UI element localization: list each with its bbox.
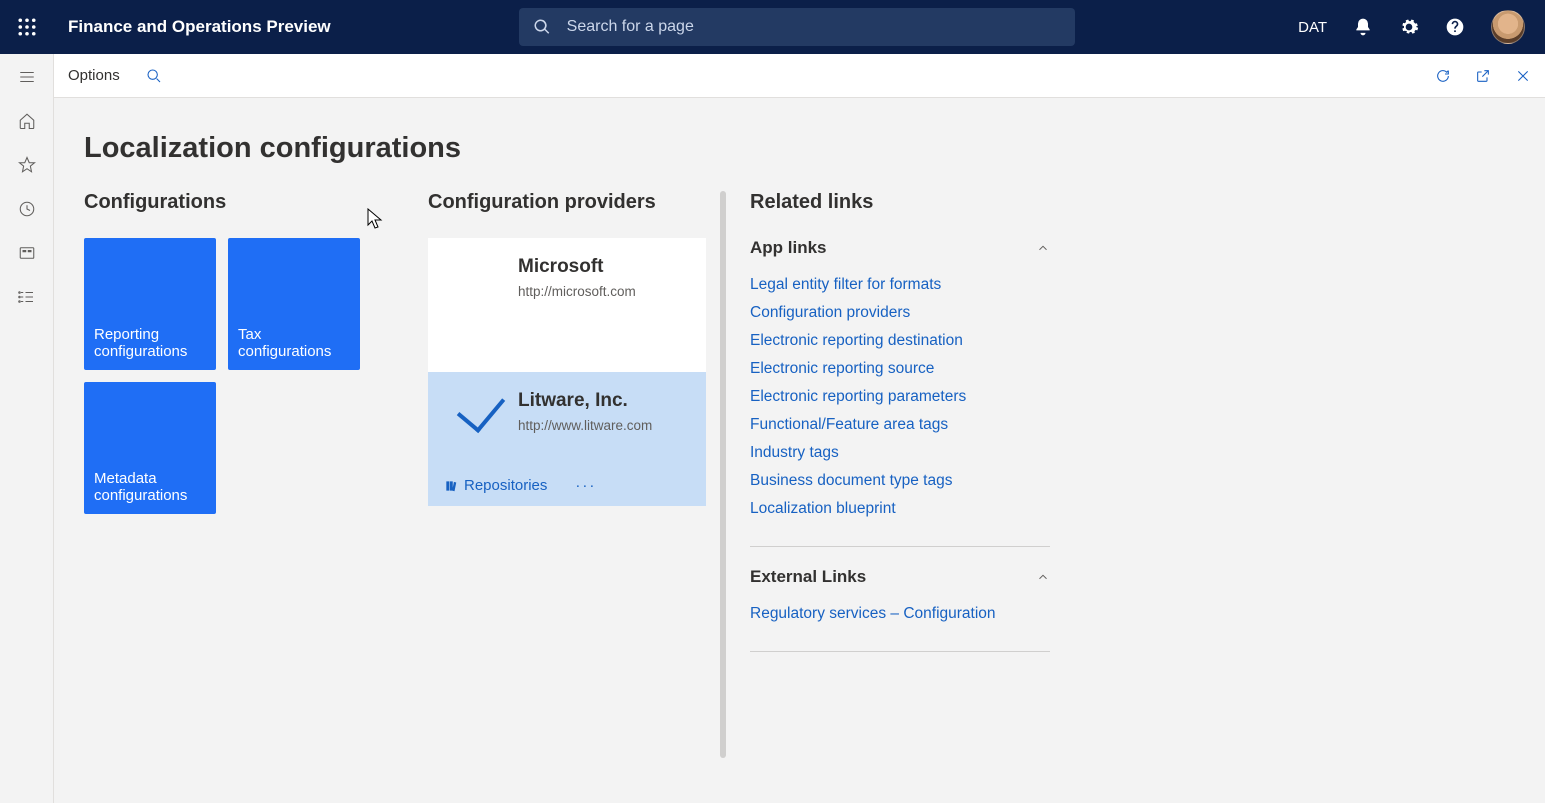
tile-label: Reporting configurations <box>94 326 206 360</box>
hamburger-icon[interactable] <box>18 68 36 86</box>
link-er-destination[interactable]: Electronic reporting destination <box>750 332 1050 350</box>
recent-icon[interactable] <box>18 200 36 218</box>
avatar[interactable] <box>1491 10 1525 44</box>
close-icon[interactable] <box>1515 68 1531 84</box>
waffle-icon <box>18 18 36 36</box>
search-input[interactable] <box>565 17 1061 37</box>
action-bar: Options <box>54 54 1545 98</box>
workspaces-icon[interactable] <box>18 244 36 262</box>
tile-label: Metadata configurations <box>94 470 206 504</box>
popout-icon[interactable] <box>1475 68 1491 84</box>
provider-name: Litware, Inc. <box>518 390 690 412</box>
link-er-parameters[interactable]: Electronic reporting parameters <box>750 388 1050 406</box>
provider-card-microsoft[interactable]: Microsoft http://microsoft.com <box>428 238 706 372</box>
link-doc-type-tags[interactable]: Business document type tags <box>750 472 1050 490</box>
repositories-label: Repositories <box>464 477 547 494</box>
tile-metadata-configurations[interactable]: Metadata configurations <box>84 382 216 514</box>
providers-heading: Configuration providers <box>428 191 706 214</box>
bell-icon[interactable] <box>1353 17 1373 37</box>
link-regulatory-services[interactable]: Regulatory services – Configuration <box>750 605 1050 623</box>
app-links-heading: App links <box>750 238 827 258</box>
star-icon[interactable] <box>18 156 36 174</box>
page-title: Localization configurations <box>84 132 1515 165</box>
chevron-up-icon[interactable] <box>1036 570 1050 584</box>
external-links-heading: External Links <box>750 567 866 587</box>
external-links-list: Regulatory services – Configuration <box>750 605 1050 623</box>
related-links-column: Related links App links Legal entity fil… <box>750 191 1050 672</box>
company-selector[interactable]: DAT <box>1298 19 1327 36</box>
provider-url: http://www.litware.com <box>518 418 690 433</box>
chevron-up-icon[interactable] <box>1036 241 1050 255</box>
help-icon[interactable] <box>1445 17 1465 37</box>
configurations-column: Configurations Reporting configurations … <box>84 191 384 514</box>
providers-column: Configuration providers Microsoft http:/… <box>428 191 706 758</box>
page-body: Localization configurations Configuratio… <box>54 98 1545 803</box>
top-right-group: DAT <box>1298 10 1545 44</box>
link-er-source[interactable]: Electronic reporting source <box>750 360 1050 378</box>
search-box[interactable] <box>519 8 1075 46</box>
related-links-heading: Related links <box>750 191 1050 214</box>
options-button[interactable]: Options <box>68 67 120 84</box>
link-feature-area-tags[interactable]: Functional/Feature area tags <box>750 416 1050 434</box>
link-configuration-providers[interactable]: Configuration providers <box>750 304 1050 322</box>
provider-url: http://microsoft.com <box>518 284 690 299</box>
app-title: Finance and Operations Preview <box>68 17 331 37</box>
link-localization-blueprint[interactable]: Localization blueprint <box>750 500 1050 518</box>
link-legal-entity-filter[interactable]: Legal entity filter for formats <box>750 276 1050 294</box>
tile-reporting-configurations[interactable]: Reporting configurations <box>84 238 216 370</box>
providers-scrollbar[interactable] <box>720 191 726 758</box>
search-icon <box>533 18 551 36</box>
modules-icon[interactable] <box>18 288 36 306</box>
repositories-icon <box>444 479 458 493</box>
tile-tax-configurations[interactable]: Tax configurations <box>228 238 360 370</box>
link-industry-tags[interactable]: Industry tags <box>750 444 1050 462</box>
app-launcher[interactable] <box>0 0 54 54</box>
top-bar: Finance and Operations Preview DAT <box>0 0 1545 54</box>
left-nav <box>0 54 54 803</box>
home-icon[interactable] <box>18 112 36 130</box>
refresh-icon[interactable] <box>1435 68 1451 84</box>
tile-label: Tax configurations <box>238 326 350 360</box>
configurations-heading: Configurations <box>84 191 384 214</box>
more-actions-button[interactable]: ··· <box>575 477 596 494</box>
gear-icon[interactable] <box>1399 17 1419 37</box>
app-links-list: Legal entity filter for formats Configur… <box>750 276 1050 518</box>
repositories-button[interactable]: Repositories <box>444 477 547 494</box>
provider-card-litware[interactable]: Litware, Inc. http://www.litware.com Rep… <box>428 372 706 506</box>
action-search-icon[interactable] <box>146 68 162 84</box>
provider-name: Microsoft <box>518 256 690 278</box>
